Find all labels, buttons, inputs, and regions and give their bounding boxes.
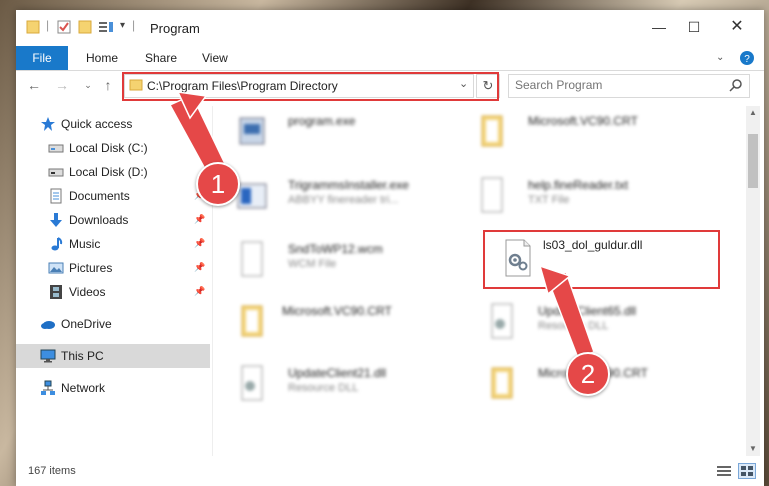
annotation-arrows	[168, 91, 595, 359]
step-2-badge: 2	[566, 352, 610, 396]
step-1-badge: 1	[196, 162, 240, 206]
